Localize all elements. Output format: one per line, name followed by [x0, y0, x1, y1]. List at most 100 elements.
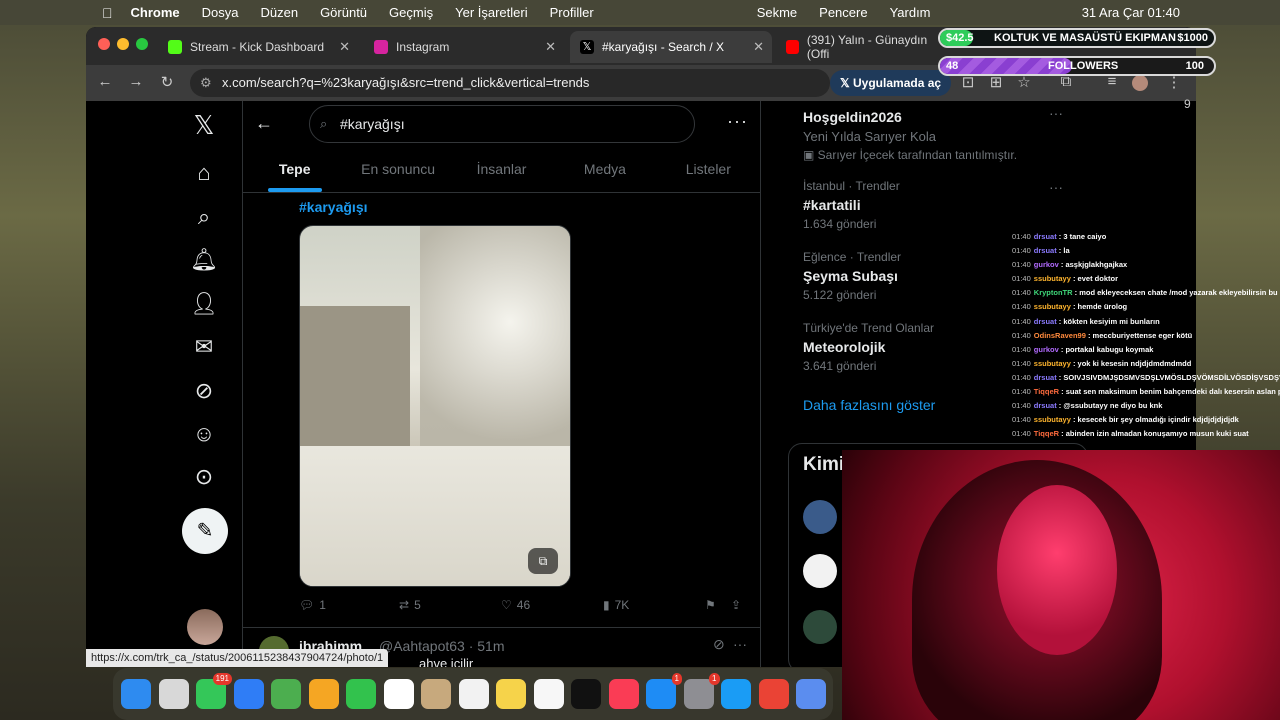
menubar-clock[interactable]: 31 Ara Çar 01:40 — [1082, 5, 1180, 20]
my-avatar[interactable] — [187, 609, 223, 645]
like-button[interactable]: ♡ 46 — [501, 598, 530, 612]
more-options-icon[interactable]: ··· — [733, 636, 747, 652]
close-tab-icon[interactable]: ✕ — [753, 39, 764, 55]
chat-timestamp: 01:40 — [1012, 260, 1031, 270]
reply-button[interactable]: 💬︎ 1 — [299, 598, 326, 612]
safari-icon[interactable] — [721, 679, 751, 709]
notes-icon[interactable] — [496, 679, 526, 709]
share-button[interactable]: ⇪ — [731, 598, 741, 612]
calendar-icon[interactable] — [383, 679, 414, 709]
menu-duzen[interactable]: Düzen — [260, 5, 298, 20]
grok-icon[interactable]: ⊘ — [713, 636, 725, 653]
chat-message: 01:40 drsuat : kökten kesiyim mi bunların — [1012, 315, 1280, 329]
chat-message: 01:40 ssubutayy : kesecek bir şey olmadığ… — [1012, 413, 1280, 427]
tab-en-sonuncu[interactable]: En sonuncu — [346, 149, 449, 192]
menu-goruntu[interactable]: Görüntü — [320, 5, 367, 20]
address-bar[interactable]: ⚙ x.com/search?q=%23karyağışı&src=trend_… — [190, 69, 830, 97]
messages-mail-icon[interactable]: ✉ — [190, 333, 218, 361]
reminders-icon[interactable] — [458, 679, 489, 709]
tab-tepe[interactable]: Tepe — [243, 149, 346, 192]
menu-pencere[interactable]: Pencere — [819, 5, 867, 20]
mac-dock: 191 1 1 — [113, 668, 833, 720]
show-more-link[interactable]: Daha fazlasını göster — [803, 397, 935, 413]
tweet-hashtag-link[interactable]: #karyağışı — [299, 199, 368, 215]
chat-text: : evet doktor — [1070, 274, 1118, 284]
close-tab-icon[interactable]: ✕ — [545, 39, 556, 55]
freeform-icon[interactable] — [533, 679, 564, 709]
launchpad-icon[interactable] — [158, 679, 189, 709]
suggested-user-avatar[interactable] — [803, 500, 837, 534]
tab-listeler[interactable]: Listeler — [657, 149, 760, 192]
finder-icon[interactable] — [121, 679, 151, 709]
site-info-icon[interactable]: ⚙ — [200, 69, 212, 97]
mail-icon[interactable] — [233, 679, 264, 709]
tv-icon[interactable] — [571, 679, 601, 709]
back-icon[interactable]: ← — [95, 73, 115, 90]
chrome-icon[interactable] — [758, 679, 789, 709]
trend-item[interactable]: Hoşgeldin2026 Yeni Yılda Sarıyer Kola ▣ … — [803, 105, 1083, 162]
menu-yardim[interactable]: Yardım — [890, 5, 931, 20]
apple-icon[interactable]:  — [102, 5, 113, 21]
trend-item[interactable]: İstanbul · Trendler #kartatili 1.634 gön… — [803, 179, 1083, 231]
profile-avatar[interactable] — [1132, 75, 1148, 91]
system-settings-icon[interactable]: 1 — [683, 673, 720, 709]
tab-x-search[interactable]: 𝕏 #karyağışı - Search / X ✕ — [570, 31, 772, 63]
menu-profiller[interactable]: Profiller — [550, 5, 594, 20]
preview-icon[interactable] — [796, 679, 826, 709]
menubar-app-name[interactable]: Chrome — [131, 5, 180, 20]
photos-icon[interactable] — [308, 679, 339, 709]
menu-yer-isaretleri[interactable]: Yer İşaretleri — [455, 5, 528, 20]
suggested-user-avatar[interactable] — [803, 610, 837, 644]
more-options-icon[interactable]: ··· — [1049, 105, 1063, 121]
chat-timestamp: 01:40 — [1012, 344, 1031, 354]
zoom-window-button[interactable] — [136, 38, 148, 50]
open-in-app-button[interactable]: 𝕏 Uygulamada aç — [830, 70, 952, 96]
tweet-snow-photo[interactable]: ⧉ — [299, 225, 571, 587]
app-store-icon[interactable]: 1 — [646, 673, 682, 709]
follow-person-icon[interactable]: 👤︎ — [190, 290, 218, 318]
menu-gecmis[interactable]: Geçmiş — [389, 5, 433, 20]
tab-kick-dashboard[interactable]: Stream - Kick Dashboard ✕ — [158, 31, 358, 63]
contacts-icon[interactable] — [421, 679, 451, 709]
more-icon[interactable]: ⊙ — [190, 463, 218, 491]
more-options-icon[interactable]: ··· — [1049, 179, 1063, 195]
menu-sekme[interactable]: Sekme — [757, 5, 797, 20]
followers-goal-bar: 48 FOLLOWERS 100 — [938, 56, 1216, 76]
maps-icon[interactable] — [271, 679, 301, 709]
bookmark-button[interactable]: ⚑ — [705, 598, 716, 612]
more-options-icon[interactable]: ··· — [727, 111, 748, 132]
author-handle[interactable]: @Aahtapot63 · 51m — [379, 638, 505, 654]
close-tab-icon[interactable]: ✕ — [339, 39, 350, 55]
share-icon: ⇪ — [731, 598, 742, 612]
explore-search-icon[interactable]: ⌕ — [190, 203, 218, 231]
compose-feather-icon: ✎ — [196, 520, 214, 542]
tab-insanlar[interactable]: İnsanlar — [450, 149, 553, 192]
home-icon[interactable]: ⌂ — [190, 159, 218, 187]
tab-medya[interactable]: Medya — [553, 149, 656, 192]
goal-title: KOLTUK VE MASAÜSTÜ EKIPMAN — [994, 32, 1176, 44]
x-logo-icon[interactable]: 𝕏 — [190, 111, 218, 139]
chat-timestamp: 01:40 — [1012, 246, 1031, 256]
facetime-icon[interactable] — [346, 679, 376, 709]
chat-text: : kökten kesiyim mi bunların — [1056, 316, 1160, 326]
repost-button[interactable]: ⇄ 5 — [399, 598, 421, 612]
tab-instagram[interactable]: Instagram ✕ — [364, 31, 564, 63]
tab-youtube[interactable]: (391) Yalın - Günaydın (Offi — [776, 31, 941, 63]
post-button[interactable]: ✎ — [182, 508, 228, 554]
suggested-user-avatar[interactable] — [803, 554, 837, 588]
chat-message: 01:40 gurkov : portakal kabugu koymak — [1012, 343, 1280, 357]
search-input[interactable]: ⌕ #karyağışı — [309, 105, 695, 143]
forward-icon[interactable]: → — [126, 73, 146, 90]
back-arrow-icon[interactable]: ← — [255, 113, 273, 134]
image-badge-icon[interactable]: ⧉ — [528, 548, 558, 574]
profile-icon[interactable]: ☺ — [190, 420, 218, 448]
views-button[interactable]: ▮ 7K — [603, 598, 629, 612]
messages-icon[interactable]: 191 — [196, 673, 232, 709]
notifications-bell-icon[interactable]: 🔔︎ — [190, 246, 218, 274]
music-icon[interactable] — [608, 679, 639, 709]
close-window-button[interactable] — [98, 38, 110, 50]
menu-dosya[interactable]: Dosya — [202, 5, 239, 20]
reload-icon[interactable]: ↻ — [157, 73, 177, 91]
minimize-window-button[interactable] — [117, 38, 129, 50]
grok-icon[interactable]: ⊘ — [190, 377, 218, 405]
